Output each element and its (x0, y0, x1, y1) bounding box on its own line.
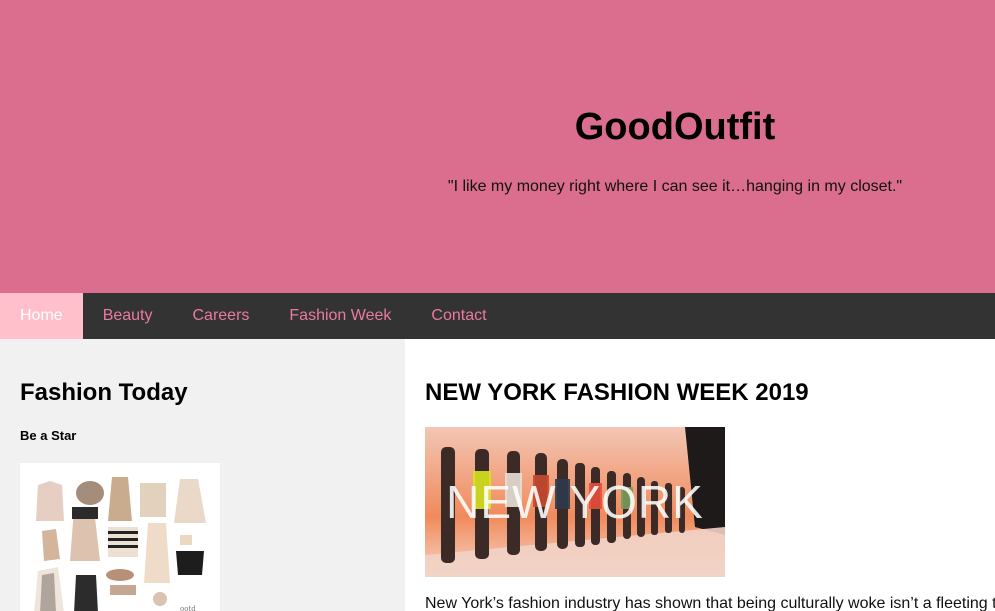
top-navbar: Home Beauty Careers Fashion Week Contact (0, 293, 995, 339)
sidebar-heading: Fashion Today (20, 379, 188, 406)
left-sidebar: Fashion Today Be a Star ootd (0, 339, 405, 611)
nav-item-contact[interactable]: Contact (411, 293, 506, 339)
nav-item-fashion-week[interactable]: Fashion Week (269, 293, 411, 339)
article-heading: NEW YORK FASHION WEEK 2019 (425, 379, 809, 406)
sidebar-subheading: Be a Star (20, 428, 77, 443)
article-text: New York’s fashion industry has shown th… (425, 595, 995, 611)
outfit-collage-graphic: ootd (20, 463, 220, 611)
hero-overlay-text: NEW YORK (446, 476, 704, 528)
svg-text:ootd: ootd (180, 605, 196, 611)
nav-item-home[interactable]: Home (0, 293, 83, 339)
runway-photo: NEW YORK (425, 427, 725, 577)
main-content: NEW YORK FASHION WEEK 2019 NEW YORK New … (405, 339, 995, 611)
outfit-collage-image: ootd (20, 463, 220, 611)
nav-item-beauty[interactable]: Beauty (83, 293, 173, 339)
site-title: GoodOutfit (574, 106, 776, 148)
site-tagline: "I like my money right where I can see i… (447, 178, 903, 195)
nav-item-careers[interactable]: Careers (173, 293, 270, 339)
site-header: GoodOutfit "I like my money right where … (0, 0, 995, 293)
